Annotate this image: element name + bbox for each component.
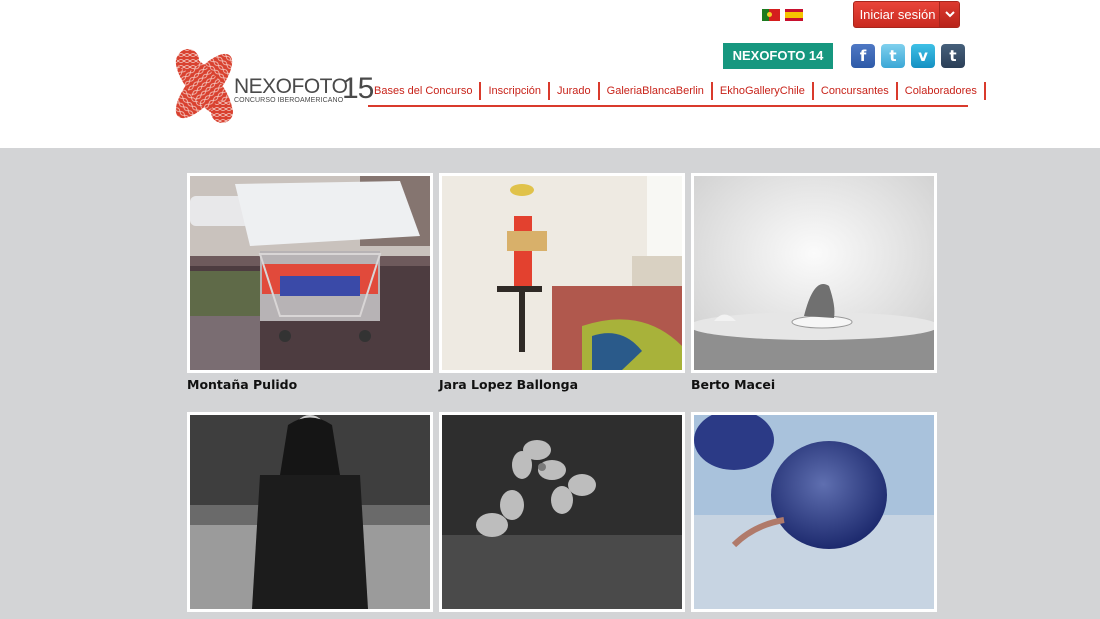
chevron-down-icon[interactable] <box>939 2 959 27</box>
nav-item-jurado[interactable]: Jurado <box>548 82 598 100</box>
nav-item-concursantes[interactable]: Concursantes <box>811 82 896 100</box>
twitter-icon[interactable]: t <box>881 44 905 68</box>
gallery-photo[interactable] <box>187 173 433 373</box>
logo-subtitle: CONCURSO IBEROAMERICANO <box>234 97 344 104</box>
nav-item-galeria-berlin[interactable]: GaleriaBlancaBerlin <box>597 82 711 100</box>
gallery-card[interactable] <box>691 412 937 612</box>
gallery-photo[interactable] <box>439 173 685 373</box>
login-button[interactable]: Iniciar sesión <box>853 1 960 28</box>
gallery-photo[interactable] <box>439 412 685 612</box>
nav-item-colaboradores[interactable]: Colaboradores <box>895 82 984 100</box>
site-logo[interactable]: NEXOFOTO CONCURSO IBEROAMERICANO 15 <box>166 46 374 128</box>
logo-word-foto: FOTO <box>291 75 348 98</box>
gallery-card[interactable]: Berto Macei <box>691 173 937 392</box>
nav-item-bases[interactable]: Bases del Concurso <box>368 82 479 100</box>
gallery-photo[interactable] <box>187 412 433 612</box>
gallery-photo[interactable] <box>691 173 937 373</box>
nav-divider <box>983 82 986 100</box>
vimeo-icon[interactable]: v <box>911 44 935 68</box>
contestant-name[interactable]: Montaña Pulido <box>187 377 433 392</box>
tumblr-icon[interactable]: t <box>941 44 965 68</box>
logo-x-mark-icon <box>175 49 233 123</box>
language-selector <box>762 9 803 21</box>
nav-item-ekho-chile[interactable]: EkhoGalleryChile <box>710 82 812 100</box>
previous-edition-button[interactable]: NEXOFOTO 14 <box>723 43 833 69</box>
portugal-flag-icon[interactable] <box>762 9 780 21</box>
gallery-card[interactable]: Montaña Pulido <box>187 173 433 392</box>
gallery-photo[interactable] <box>691 412 937 612</box>
facebook-icon[interactable]: f <box>851 44 875 68</box>
nav-item-inscripcion[interactable]: Inscripción <box>479 82 548 100</box>
social-links: f t v t <box>851 44 965 68</box>
gallery-card[interactable]: Jara Lopez Ballonga <box>439 173 685 392</box>
gallery-card[interactable] <box>439 412 685 612</box>
logo-wordmark: NEXOFOTO <box>234 75 348 98</box>
spain-flag-icon[interactable] <box>785 9 803 21</box>
logo-word-nexo: NEXO <box>234 75 292 98</box>
site-header: Iniciar sesión NEXOFOTO 14 f t v t NEXOF… <box>0 0 1100 148</box>
main-nav: Bases del Concurso Inscripción Jurado Ga… <box>368 82 986 107</box>
login-button-label: Iniciar sesión <box>859 7 936 22</box>
contestant-name[interactable]: Jara Lopez Ballonga <box>439 377 685 392</box>
contestant-name[interactable]: Berto Macei <box>691 377 937 392</box>
gallery-card[interactable] <box>187 412 433 612</box>
